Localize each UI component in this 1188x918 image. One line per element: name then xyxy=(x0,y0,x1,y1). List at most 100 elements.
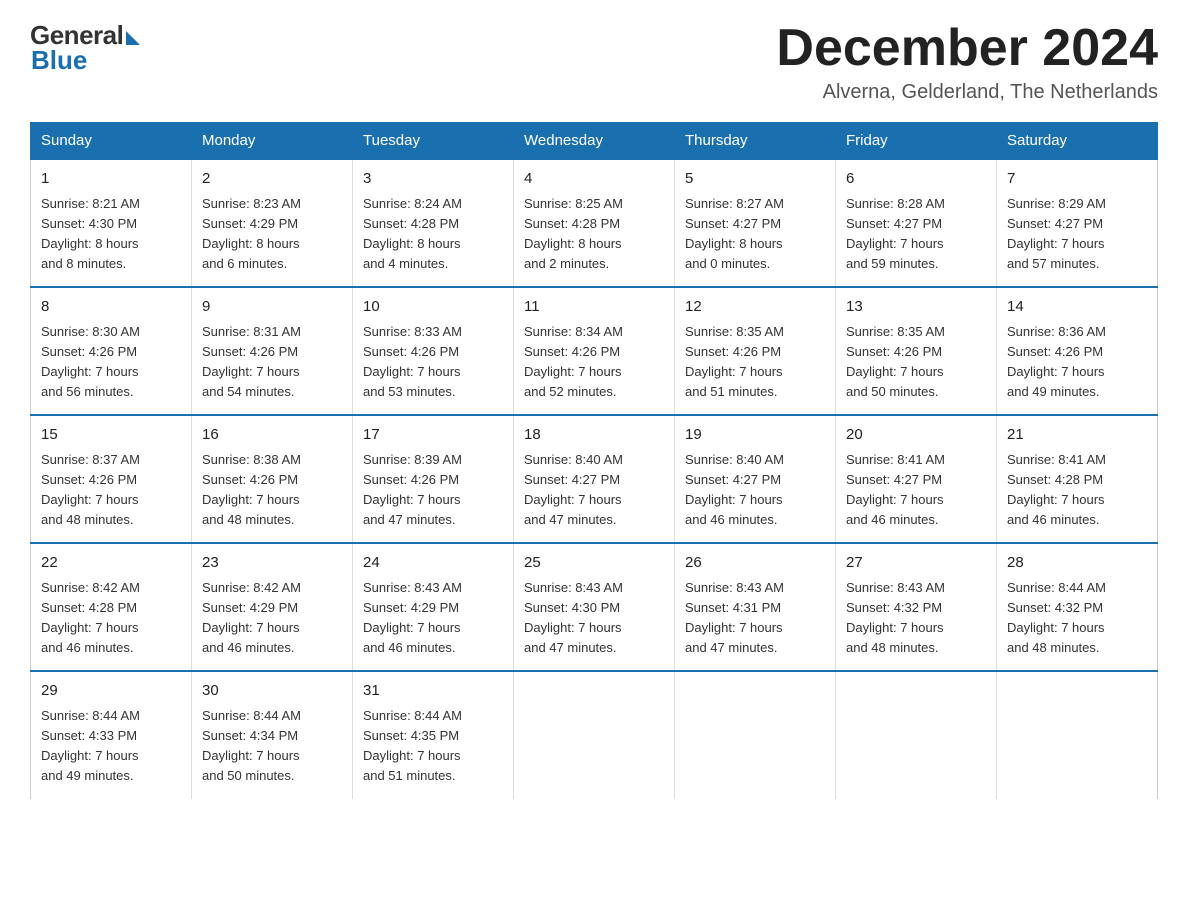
calendar-cell: 7 Sunrise: 8:29 AMSunset: 4:27 PMDaylight… xyxy=(997,159,1158,287)
day-info: Sunrise: 8:40 AMSunset: 4:27 PMDaylight:… xyxy=(524,452,623,527)
weekday-header-monday: Monday xyxy=(192,123,353,160)
logo-blue-text: Blue xyxy=(31,45,87,76)
day-number: 8 xyxy=(41,296,181,319)
week-row-2: 8 Sunrise: 8:30 AMSunset: 4:26 PMDaylight… xyxy=(31,287,1158,415)
calendar-cell: 28Sunrise: 8:44 AMSunset: 4:32 PMDayligh… xyxy=(997,543,1158,671)
day-info: Sunrise: 8:21 AMSunset: 4:30 PMDaylight:… xyxy=(41,196,140,271)
weekday-header-saturday: Saturday xyxy=(997,123,1158,160)
day-number: 31 xyxy=(363,680,503,703)
day-number: 13 xyxy=(846,296,986,319)
day-info: Sunrise: 8:25 AMSunset: 4:28 PMDaylight:… xyxy=(524,196,623,271)
day-number: 10 xyxy=(363,296,503,319)
day-number: 29 xyxy=(41,680,181,703)
week-row-4: 22Sunrise: 8:42 AMSunset: 4:28 PMDayligh… xyxy=(31,543,1158,671)
weekday-header-sunday: Sunday xyxy=(31,123,192,160)
calendar-cell: 11 Sunrise: 8:34 AMSunset: 4:26 PMDayligh… xyxy=(514,287,675,415)
day-info: Sunrise: 8:27 AMSunset: 4:27 PMDaylight:… xyxy=(685,196,784,271)
day-number: 20 xyxy=(846,424,986,447)
day-info: Sunrise: 8:35 AMSunset: 4:26 PMDaylight:… xyxy=(846,324,945,399)
weekday-header-row: SundayMondayTuesdayWednesdayThursdayFrid… xyxy=(31,123,1158,160)
day-number: 15 xyxy=(41,424,181,447)
week-row-1: 1 Sunrise: 8:21 AMSunset: 4:30 PMDaylight… xyxy=(31,159,1158,287)
day-info: Sunrise: 8:42 AMSunset: 4:29 PMDaylight:… xyxy=(202,580,301,655)
calendar-cell xyxy=(514,671,675,798)
day-info: Sunrise: 8:43 AMSunset: 4:30 PMDaylight:… xyxy=(524,580,623,655)
day-info: Sunrise: 8:30 AMSunset: 4:26 PMDaylight:… xyxy=(41,324,140,399)
day-number: 6 xyxy=(846,168,986,191)
day-info: Sunrise: 8:37 AMSunset: 4:26 PMDaylight:… xyxy=(41,452,140,527)
day-number: 3 xyxy=(363,168,503,191)
calendar-cell: 4 Sunrise: 8:25 AMSunset: 4:28 PMDaylight… xyxy=(514,159,675,287)
day-info: Sunrise: 8:34 AMSunset: 4:26 PMDaylight:… xyxy=(524,324,623,399)
location-subtitle: Alverna, Gelderland, The Netherlands xyxy=(776,81,1158,104)
calendar-cell: 18 Sunrise: 8:40 AMSunset: 4:27 PMDayligh… xyxy=(514,415,675,543)
calendar-cell: 2 Sunrise: 8:23 AMSunset: 4:29 PMDaylight… xyxy=(192,159,353,287)
day-info: Sunrise: 8:31 AMSunset: 4:26 PMDaylight:… xyxy=(202,324,301,399)
day-number: 27 xyxy=(846,552,986,575)
day-number: 2 xyxy=(202,168,342,191)
day-info: Sunrise: 8:29 AMSunset: 4:27 PMDaylight:… xyxy=(1007,196,1106,271)
day-number: 28 xyxy=(1007,552,1147,575)
day-number: 11 xyxy=(524,296,664,319)
day-info: Sunrise: 8:44 AMSunset: 4:34 PMDaylight:… xyxy=(202,708,301,783)
day-info: Sunrise: 8:44 AMSunset: 4:35 PMDaylight:… xyxy=(363,708,462,783)
calendar-cell xyxy=(997,671,1158,798)
day-info: Sunrise: 8:38 AMSunset: 4:26 PMDaylight:… xyxy=(202,452,301,527)
calendar-cell: 29 Sunrise: 8:44 AMSunset: 4:33 PMDayligh… xyxy=(31,671,192,798)
calendar-cell: 13 Sunrise: 8:35 AMSunset: 4:26 PMDayligh… xyxy=(836,287,997,415)
calendar-cell: 21Sunrise: 8:41 AMSunset: 4:28 PMDayligh… xyxy=(997,415,1158,543)
day-number: 4 xyxy=(524,168,664,191)
calendar-cell xyxy=(675,671,836,798)
weekday-header-friday: Friday xyxy=(836,123,997,160)
calendar-cell: 16 Sunrise: 8:38 AMSunset: 4:26 PMDayligh… xyxy=(192,415,353,543)
day-info: Sunrise: 8:33 AMSunset: 4:26 PMDaylight:… xyxy=(363,324,462,399)
day-info: Sunrise: 8:23 AMSunset: 4:29 PMDaylight:… xyxy=(202,196,301,271)
calendar-cell: 6 Sunrise: 8:28 AMSunset: 4:27 PMDaylight… xyxy=(836,159,997,287)
calendar-cell: 30 Sunrise: 8:44 AMSunset: 4:34 PMDayligh… xyxy=(192,671,353,798)
day-info: Sunrise: 8:44 AMSunset: 4:33 PMDaylight:… xyxy=(41,708,140,783)
page-header: General Blue December 2024 Alverna, Geld… xyxy=(30,20,1158,104)
calendar-cell: 10 Sunrise: 8:33 AMSunset: 4:26 PMDayligh… xyxy=(353,287,514,415)
calendar-cell: 25Sunrise: 8:43 AMSunset: 4:30 PMDayligh… xyxy=(514,543,675,671)
day-number: 30 xyxy=(202,680,342,703)
day-number: 14 xyxy=(1007,296,1147,319)
day-info: Sunrise: 8:39 AMSunset: 4:26 PMDaylight:… xyxy=(363,452,462,527)
calendar-cell: 12 Sunrise: 8:35 AMSunset: 4:26 PMDayligh… xyxy=(675,287,836,415)
day-number: 12 xyxy=(685,296,825,319)
calendar-table: SundayMondayTuesdayWednesdayThursdayFrid… xyxy=(30,122,1158,798)
weekday-header-wednesday: Wednesday xyxy=(514,123,675,160)
day-number: 23 xyxy=(202,552,342,575)
weekday-header-thursday: Thursday xyxy=(675,123,836,160)
day-number: 19 xyxy=(685,424,825,447)
day-number: 22 xyxy=(41,552,181,575)
calendar-cell: 31 Sunrise: 8:44 AMSunset: 4:35 PMDayligh… xyxy=(353,671,514,798)
calendar-cell: 3Sunrise: 8:24 AMSunset: 4:28 PMDaylight… xyxy=(353,159,514,287)
calendar-cell: 23 Sunrise: 8:42 AMSunset: 4:29 PMDayligh… xyxy=(192,543,353,671)
calendar-cell: 15 Sunrise: 8:37 AMSunset: 4:26 PMDayligh… xyxy=(31,415,192,543)
day-number: 26 xyxy=(685,552,825,575)
day-number: 18 xyxy=(524,424,664,447)
calendar-cell: 9 Sunrise: 8:31 AMSunset: 4:26 PMDaylight… xyxy=(192,287,353,415)
calendar-cell: 20 Sunrise: 8:41 AMSunset: 4:27 PMDayligh… xyxy=(836,415,997,543)
day-info: Sunrise: 8:41 AMSunset: 4:28 PMDaylight:… xyxy=(1007,452,1106,527)
day-info: Sunrise: 8:35 AMSunset: 4:26 PMDaylight:… xyxy=(685,324,784,399)
day-number: 9 xyxy=(202,296,342,319)
month-title: December 2024 xyxy=(776,20,1158,77)
day-number: 5 xyxy=(685,168,825,191)
day-number: 17 xyxy=(363,424,503,447)
logo: General Blue xyxy=(30,20,140,76)
day-info: Sunrise: 8:41 AMSunset: 4:27 PMDaylight:… xyxy=(846,452,945,527)
week-row-3: 15 Sunrise: 8:37 AMSunset: 4:26 PMDayligh… xyxy=(31,415,1158,543)
calendar-body: 1 Sunrise: 8:21 AMSunset: 4:30 PMDaylight… xyxy=(31,159,1158,798)
calendar-cell: 22Sunrise: 8:42 AMSunset: 4:28 PMDayligh… xyxy=(31,543,192,671)
day-number: 16 xyxy=(202,424,342,447)
day-info: Sunrise: 8:43 AMSunset: 4:29 PMDaylight:… xyxy=(363,580,462,655)
calendar-cell: 19Sunrise: 8:40 AMSunset: 4:27 PMDayligh… xyxy=(675,415,836,543)
day-number: 1 xyxy=(41,168,181,191)
day-number: 7 xyxy=(1007,168,1147,191)
day-number: 24 xyxy=(363,552,503,575)
calendar-cell: 5 Sunrise: 8:27 AMSunset: 4:27 PMDaylight… xyxy=(675,159,836,287)
day-info: Sunrise: 8:28 AMSunset: 4:27 PMDaylight:… xyxy=(846,196,945,271)
calendar-cell xyxy=(836,671,997,798)
calendar-cell: 26Sunrise: 8:43 AMSunset: 4:31 PMDayligh… xyxy=(675,543,836,671)
